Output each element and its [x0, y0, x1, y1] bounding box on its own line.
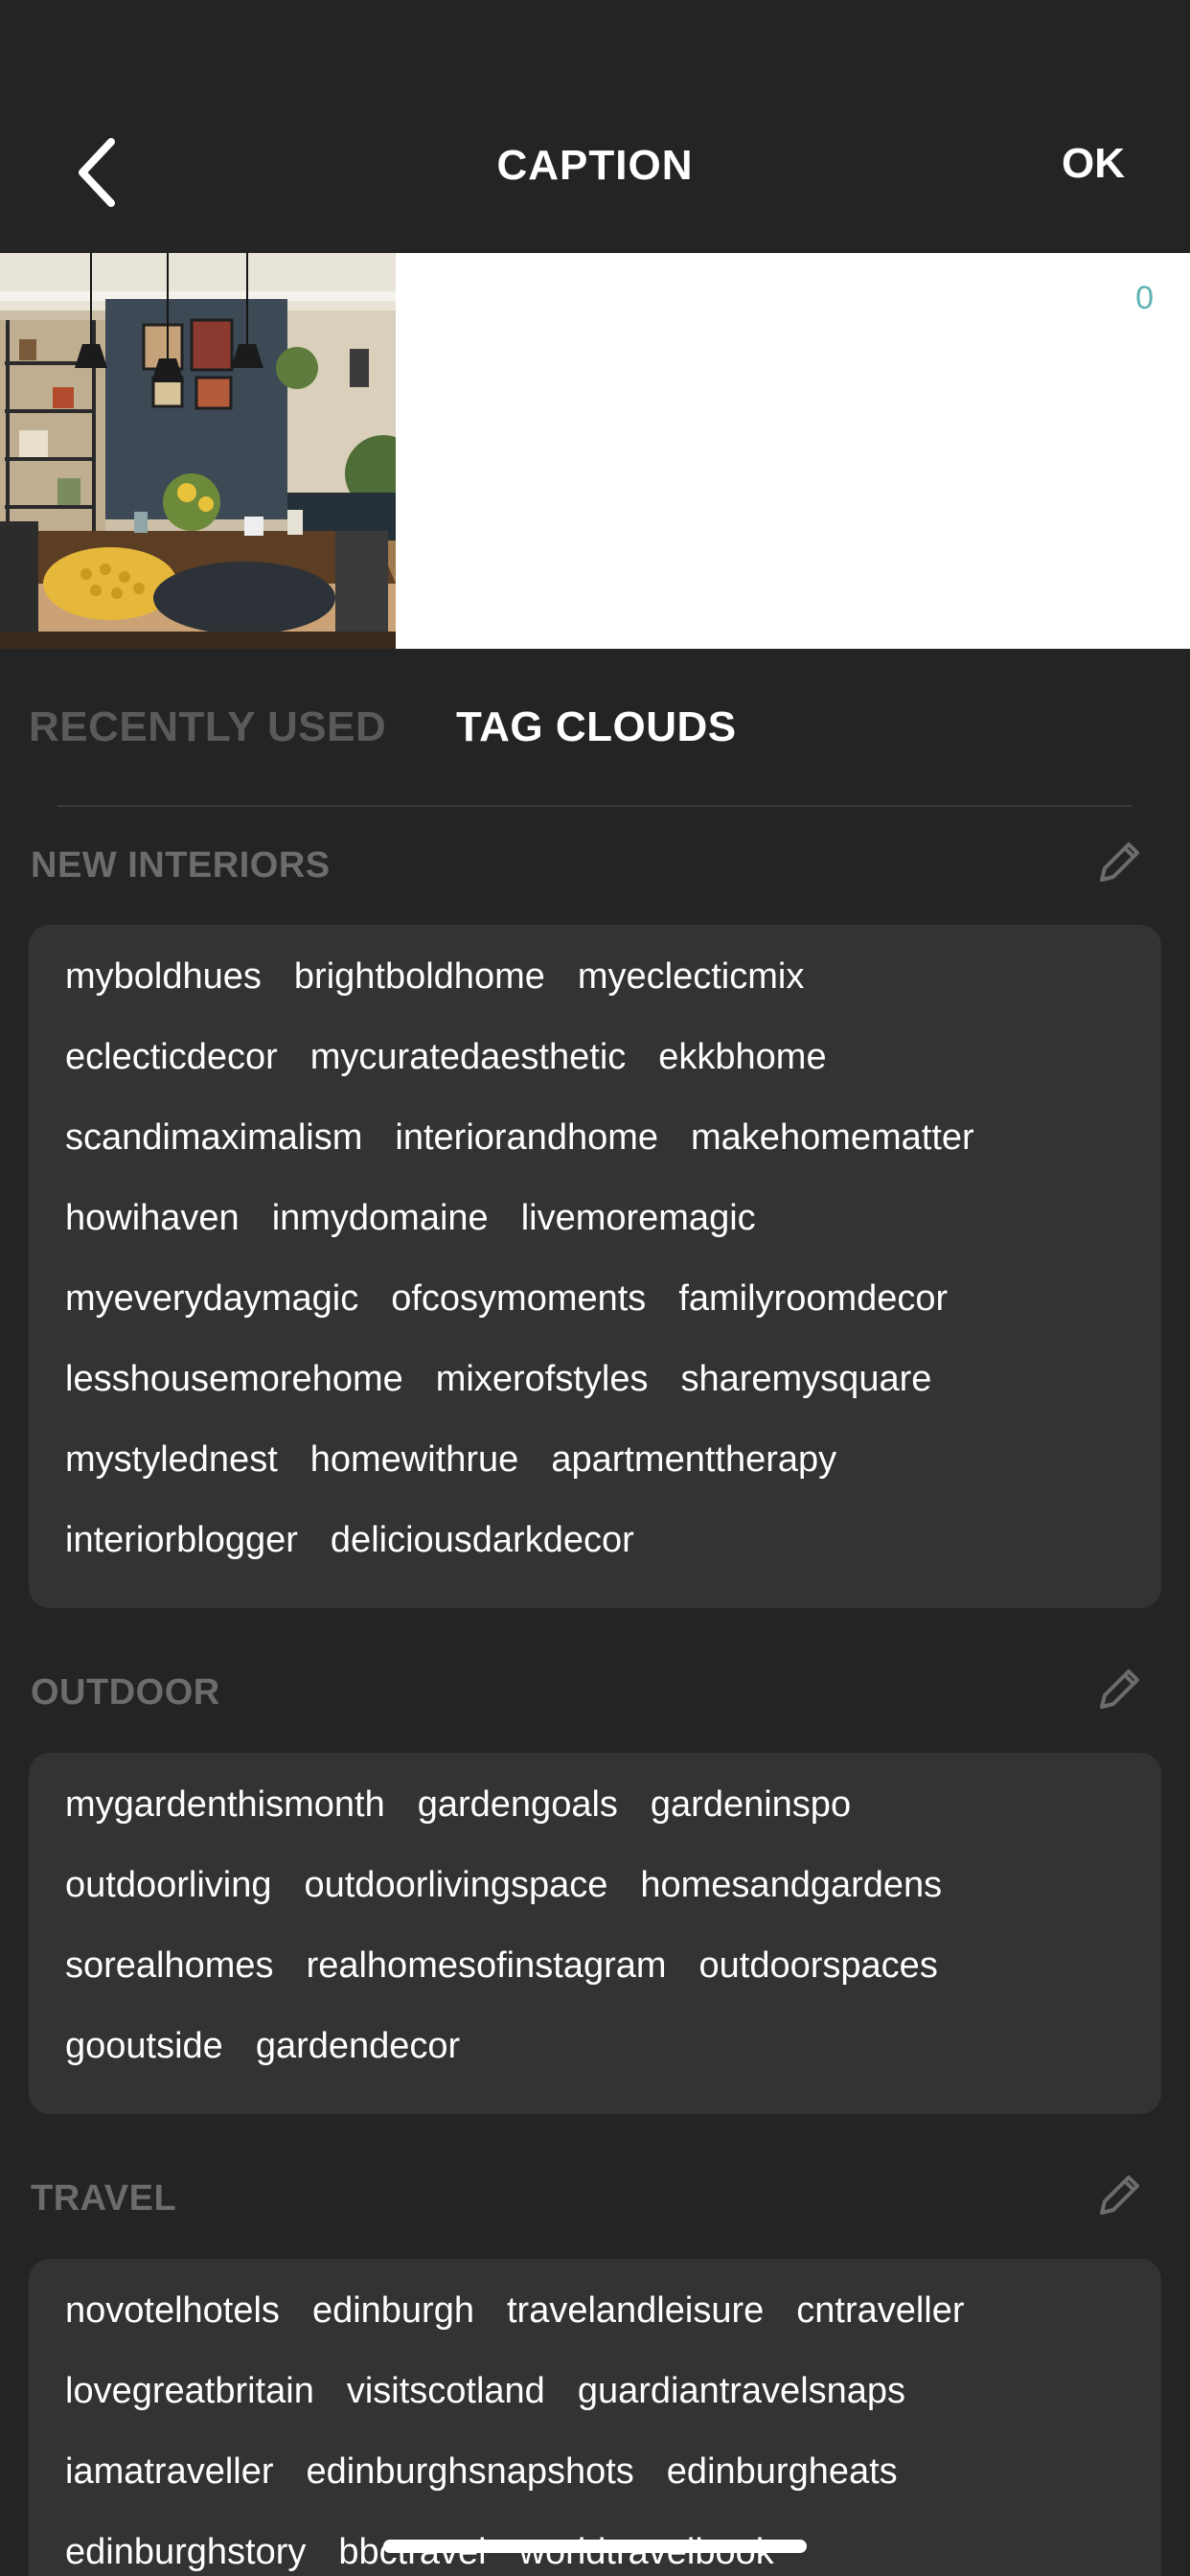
tag-chip[interactable]: mycuratedaesthetic: [310, 1037, 627, 1078]
tag-chip[interactable]: deliciousdarkdecor: [331, 1520, 634, 1561]
tag-chip[interactable]: myeclecticmix: [578, 956, 804, 998]
section-header-travel: TRAVEL: [29, 2167, 1161, 2234]
tag-chip[interactable]: brightboldhome: [294, 956, 545, 998]
tag-chip[interactable]: novotelhotels: [65, 2290, 280, 2332]
tag-row: scandimaximalism interiorandhome makehom…: [65, 1117, 1129, 1199]
tag-chip[interactable]: makehomematter: [691, 1117, 974, 1159]
tag-chip[interactable]: mixerofstyles: [436, 1359, 649, 1400]
pencil-icon[interactable]: [1090, 2167, 1148, 2224]
tag-row: iamatraveller edinburghsnapshots edinbur…: [65, 2451, 1129, 2533]
character-count: 0: [1135, 280, 1154, 316]
tag-chip[interactable]: visitscotland: [347, 2371, 545, 2412]
tag-chip[interactable]: mygardenthismonth: [65, 1784, 385, 1826]
tag-row: myeverydaymagic ofcosymoments familyroom…: [65, 1278, 1129, 1360]
tag-row: interiorblogger deliciousdarkdecor: [65, 1520, 1129, 1601]
ok-button[interactable]: OK: [1062, 140, 1125, 188]
tag-chip[interactable]: howihaven: [65, 1198, 240, 1239]
tag-chip[interactable]: eclecticdecor: [65, 1037, 278, 1078]
tag-chip[interactable]: myeverydaymagic: [65, 1278, 358, 1320]
tag-chip[interactable]: iamatraveller: [65, 2451, 274, 2493]
tag-chip[interactable]: livemoremagic: [521, 1198, 756, 1239]
tag-chip[interactable]: outdoorspaces: [699, 1945, 938, 1987]
section-header-outdoor: OUTDOOR: [29, 1661, 1161, 1728]
tag-row: mygardenthismonth gardengoals gardeninsp…: [65, 1784, 1129, 1866]
tag-row: sorealhomes realhomesofinstagram outdoor…: [65, 1945, 1129, 2027]
tag-row: lesshousemorehome mixerofstyles sharemys…: [65, 1359, 1129, 1440]
tag-chip[interactable]: familyroomdecor: [678, 1278, 948, 1320]
tag-chip[interactable]: scandimaximalism: [65, 1117, 362, 1159]
tag-chip[interactable]: edinburgheats: [667, 2451, 898, 2493]
section-header-new-interiors: NEW INTERIORS: [29, 834, 1161, 901]
caption-editor: 0: [0, 253, 1190, 649]
tag-chip[interactable]: gardendecor: [256, 2026, 460, 2067]
tab-tag-clouds[interactable]: TAG CLOUDS: [456, 703, 737, 751]
tag-chip[interactable]: outdoorliving: [65, 1865, 271, 1906]
tag-chip[interactable]: inmydomaine: [272, 1198, 489, 1239]
tag-chip[interactable]: realhomesofinstagram: [307, 1945, 667, 1987]
tag-row: gooutside gardendecor: [65, 2026, 1129, 2107]
caption-input[interactable]: [422, 272, 1092, 627]
tag-chip[interactable]: lovegreatbritain: [65, 2371, 314, 2412]
tag-chip[interactable]: outdoorlivingspace: [304, 1865, 607, 1906]
tab-divider: [57, 805, 1133, 807]
tab-recently-used[interactable]: RECENTLY USED: [29, 703, 393, 751]
pencil-icon[interactable]: [1090, 834, 1148, 891]
tag-row: eclecticdecor mycuratedaesthetic ekkbhom…: [65, 1037, 1129, 1118]
home-indicator[interactable]: [383, 2540, 807, 2553]
tag-cloud-travel: novotelhotels edinburgh travelandleisure…: [29, 2259, 1161, 2576]
pencil-icon[interactable]: [1090, 1661, 1148, 1718]
tag-row: novotelhotels edinburgh travelandleisure…: [65, 2290, 1129, 2372]
section-title: OUTDOOR: [31, 1672, 220, 1713]
section-title: TRAVEL: [31, 2178, 177, 2219]
tag-chip[interactable]: edinburghstory: [65, 2532, 306, 2573]
screen: CAPTION OK 0 RECENTLY USED TAG CLOUDS NE…: [0, 0, 1190, 2576]
tag-chip[interactable]: gardeninspo: [651, 1784, 851, 1826]
tag-chip[interactable]: homesandgardens: [640, 1865, 942, 1906]
tag-chip[interactable]: travelandleisure: [507, 2290, 764, 2332]
tag-cloud-new-interiors: myboldhues brightboldhome myeclecticmix …: [29, 925, 1161, 1608]
tag-row: myboldhues brightboldhome myeclecticmix: [65, 956, 1129, 1038]
tag-chip[interactable]: cntraveller: [796, 2290, 964, 2332]
tag-chip[interactable]: interiorblogger: [65, 1520, 298, 1561]
tag-chip[interactable]: apartmenttherapy: [551, 1439, 836, 1481]
tag-row: howihaven inmydomaine livemoremagic: [65, 1198, 1129, 1279]
tag-chip[interactable]: myboldhues: [65, 956, 262, 998]
tag-chip[interactable]: guardiantravelsnaps: [578, 2371, 905, 2412]
tag-chip[interactable]: gooutside: [65, 2026, 223, 2067]
tag-cloud-outdoor: mygardenthismonth gardengoals gardeninsp…: [29, 1753, 1161, 2114]
tag-row: lovegreatbritain visitscotland guardiant…: [65, 2371, 1129, 2452]
top-bar: CAPTION OK: [0, 0, 1190, 253]
tag-chip[interactable]: homewithrue: [310, 1439, 519, 1481]
post-photo-thumbnail: [0, 253, 396, 649]
tag-chip[interactable]: sharemysquare: [680, 1359, 931, 1400]
tag-chip[interactable]: sorealhomes: [65, 1945, 274, 1987]
tag-chip[interactable]: edinburghsnapshots: [307, 2451, 634, 2493]
tag-chip[interactable]: lesshousemorehome: [65, 1359, 403, 1400]
tag-tabs: RECENTLY USED TAG CLOUDS: [0, 649, 1190, 807]
tag-chip[interactable]: edinburgh: [312, 2290, 474, 2332]
tag-row: mystylednest homewithrue apartmenttherap…: [65, 1439, 1129, 1521]
page-title: CAPTION: [496, 142, 694, 189]
tag-row: outdoorliving outdoorlivingspace homesan…: [65, 1865, 1129, 1946]
tag-chip[interactable]: mystylednest: [65, 1439, 278, 1481]
tag-chip[interactable]: gardengoals: [418, 1784, 618, 1826]
tag-chip[interactable]: ekkbhome: [658, 1037, 826, 1078]
tag-chip[interactable]: interiorandhome: [395, 1117, 658, 1159]
section-title: NEW INTERIORS: [31, 845, 331, 886]
tag-chip[interactable]: ofcosymoments: [391, 1278, 646, 1320]
